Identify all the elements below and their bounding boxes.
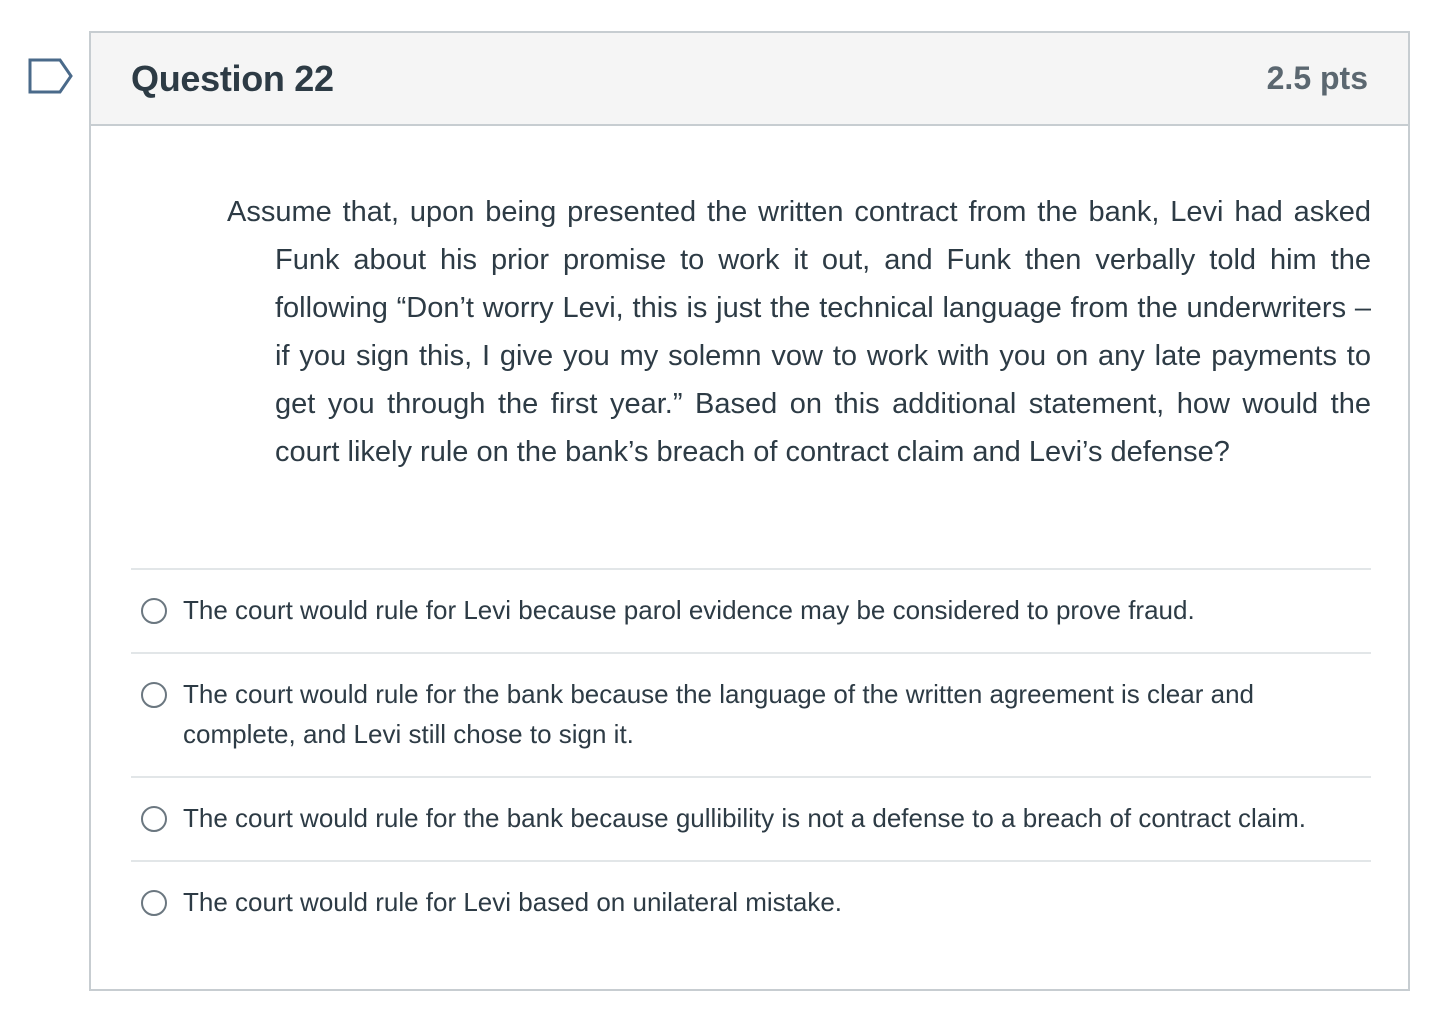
answer-label[interactable]: The court would rule for Levi based on u… [183,882,842,922]
question-text: Assume that, upon being presented the wr… [227,196,1371,468]
answer-option-2[interactable]: The court would rule for the bank becaus… [131,652,1371,776]
answer-label[interactable]: The court would rule for Levi because pa… [183,590,1195,630]
radio-unselected-icon[interactable] [141,806,167,832]
radio-unselected-icon[interactable] [141,598,167,624]
radio-unselected-icon[interactable] [141,682,167,708]
radio-unselected-icon[interactable] [141,890,167,916]
answer-label[interactable]: The court would rule for the bank becaus… [183,674,1371,754]
flag-question-icon[interactable] [28,58,74,94]
answer-label[interactable]: The court would rule for the bank becaus… [183,798,1306,838]
question-header: Question 22 2.5 pts [91,33,1408,126]
question-card: Question 22 2.5 pts Assume that, upon be… [89,31,1410,991]
question-title: Question 22 [131,57,334,99]
answer-option-1[interactable]: The court would rule for Levi because pa… [131,568,1371,652]
answer-option-4[interactable]: The court would rule for Levi based on u… [131,860,1371,944]
answer-option-3[interactable]: The court would rule for the bank becaus… [131,776,1371,860]
question-points: 2.5 pts [1266,60,1368,96]
answer-list: The court would rule for Levi because pa… [131,568,1371,944]
